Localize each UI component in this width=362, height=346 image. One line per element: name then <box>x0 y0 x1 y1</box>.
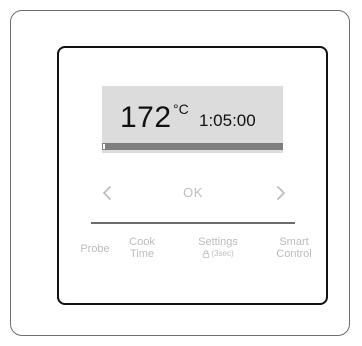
temperature-unit: °C <box>173 101 189 117</box>
progress-bar <box>102 143 283 150</box>
smart-control-label-line1: Smart <box>279 236 309 248</box>
navigation-row: OK <box>99 183 289 203</box>
smart-control-label-line2: Control <box>276 248 312 260</box>
cook-time-label-line1: Cook <box>129 236 155 248</box>
settings-lock-hint: (3sec) <box>191 249 245 259</box>
cook-time-button[interactable]: Cook Time <box>124 236 160 260</box>
cook-time-label-line2: Time <box>129 248 155 260</box>
chevron-right-icon <box>277 186 285 200</box>
progress-fill <box>103 144 105 149</box>
probe-button[interactable]: Probe <box>75 243 115 255</box>
settings-label: Settings <box>198 236 238 248</box>
chevron-left-icon <box>103 186 111 200</box>
lock-icon <box>202 250 210 258</box>
panel-divider <box>91 222 295 224</box>
settings-sub-label: (3sec) <box>211 249 234 258</box>
probe-label: Probe <box>80 243 110 255</box>
control-panel-screen: 172 °C 1:05:00 OK Probe Cook Time Settin… <box>0 0 362 346</box>
ok-button[interactable]: OK <box>173 185 213 200</box>
function-buttons: Probe Cook Time Settings (3sec) Smart Co… <box>75 236 311 276</box>
temperature-value: 172 <box>120 101 172 134</box>
lcd-display: 172 °C 1:05:00 <box>102 86 283 153</box>
chevron-left-icon[interactable] <box>99 183 115 203</box>
chevron-right-icon[interactable] <box>273 183 289 203</box>
smart-control-button[interactable]: Smart Control <box>270 236 318 260</box>
settings-button[interactable]: Settings (3sec) <box>191 236 245 259</box>
appliance-control-panel: 172 °C 1:05:00 OK Probe Cook Time Settin… <box>57 46 328 305</box>
cook-time-remaining: 1:05:00 <box>199 111 256 130</box>
